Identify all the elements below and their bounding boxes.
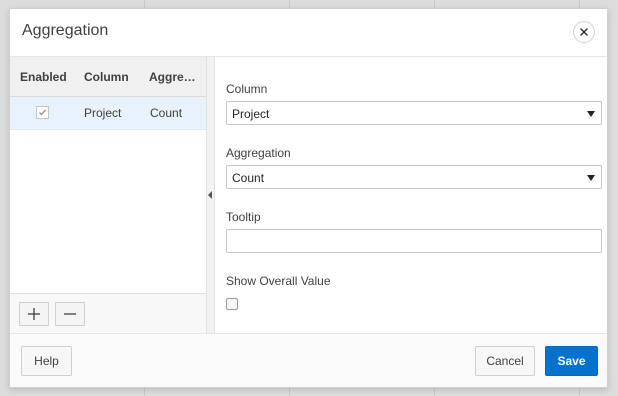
check-icon	[39, 109, 46, 116]
table-row[interactable]: Project Count	[10, 97, 206, 130]
show-overall-value-checkbox[interactable]	[226, 298, 238, 310]
help-button[interactable]: Help	[21, 346, 72, 376]
show-overall-value-label: Show Overall Value	[226, 274, 331, 288]
aggregation-dialog: Aggregation Enabled Column Aggre… Projec…	[9, 8, 608, 388]
plus-icon	[28, 308, 40, 320]
aggregation-select[interactable]: Count	[226, 165, 602, 189]
close-button[interactable]	[573, 21, 595, 43]
dialog-title: Aggregation	[22, 22, 109, 39]
remove-aggregation-button[interactable]	[55, 302, 85, 326]
grid-empty-area	[10, 130, 206, 293]
column-header-aggregation[interactable]: Aggre…	[149, 70, 196, 84]
dialog-footer: Help Cancel Save	[10, 333, 607, 387]
minus-icon	[64, 313, 76, 315]
aggregation-label: Aggregation	[226, 146, 291, 160]
add-aggregation-button[interactable]	[19, 302, 49, 326]
aggregation-form: Column Project Aggregation Count Tooltip…	[215, 57, 607, 333]
row-aggregation-value: Count	[150, 106, 183, 120]
aggregation-select-value: Count	[232, 171, 265, 185]
cancel-button[interactable]: Cancel	[475, 346, 535, 376]
grid-header: Enabled Column Aggre…	[10, 57, 206, 97]
dropdown-caret-icon	[587, 175, 595, 181]
aggregation-list-panel: Enabled Column Aggre… Project Count	[10, 57, 207, 333]
dropdown-caret-icon	[587, 111, 595, 117]
collapse-left-icon[interactable]	[208, 191, 212, 199]
panel-splitter[interactable]	[207, 57, 215, 333]
column-select-value: Project	[232, 107, 270, 121]
column-header-column[interactable]: Column	[84, 70, 129, 84]
tooltip-input[interactable]	[226, 229, 602, 253]
column-label: Column	[226, 82, 268, 96]
row-column-value: Project	[84, 106, 122, 120]
tooltip-label: Tooltip	[226, 210, 261, 224]
close-icon	[580, 28, 588, 36]
enabled-checkbox[interactable]	[36, 106, 49, 119]
save-button[interactable]: Save	[545, 346, 598, 376]
column-header-enabled[interactable]: Enabled	[20, 70, 67, 84]
column-select[interactable]: Project	[226, 101, 602, 125]
grid-toolbar	[10, 293, 206, 333]
dialog-titlebar: Aggregation	[10, 9, 607, 57]
